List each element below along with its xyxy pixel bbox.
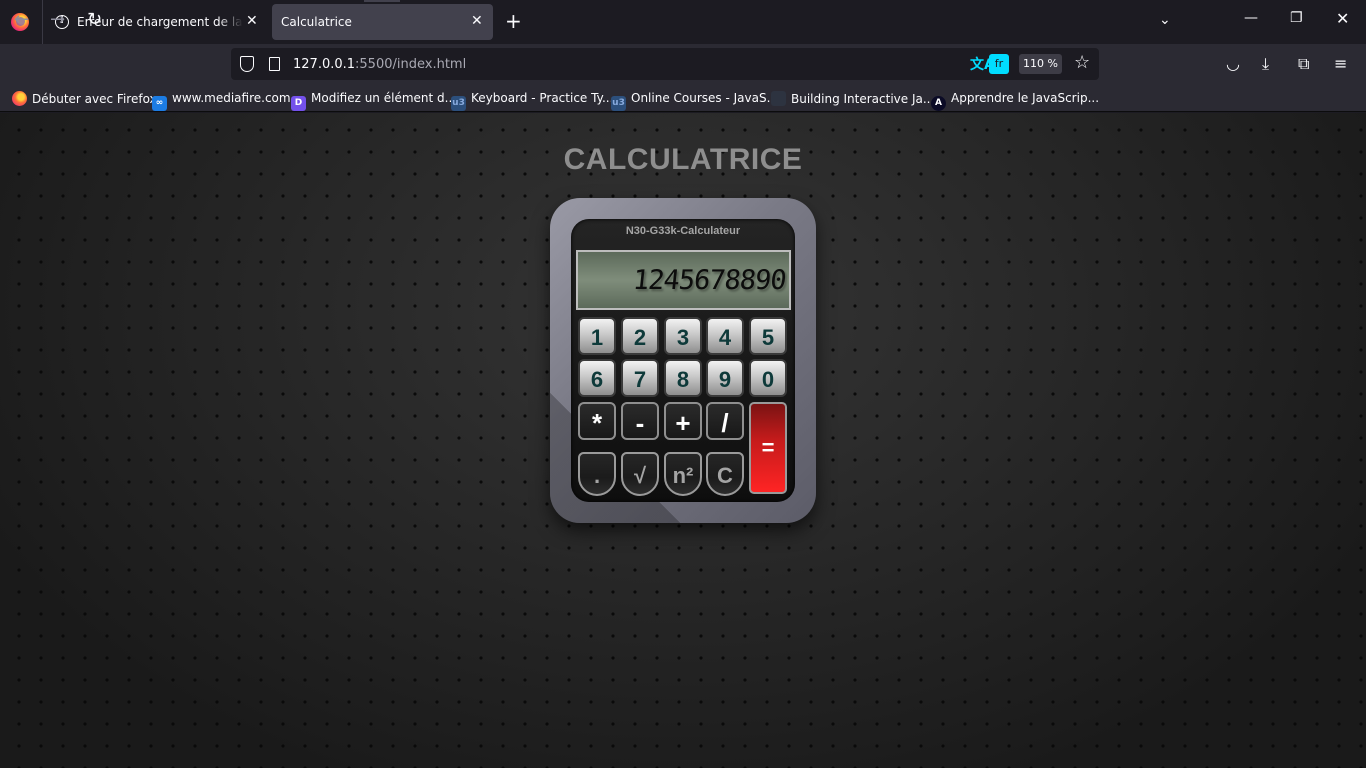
document-icon xyxy=(771,91,786,106)
tab-separator xyxy=(42,0,43,44)
minimize-button[interactable]: — xyxy=(1244,10,1258,26)
calculator-body: N30-G33k-Calculateur 1245678890 1 2 3 4 … xyxy=(571,219,795,502)
key-divide[interactable]: / xyxy=(706,402,744,440)
key-subtract[interactable]: - xyxy=(621,402,659,440)
mediafire-icon: ∞ xyxy=(152,96,167,111)
key-add[interactable]: + xyxy=(664,402,702,440)
shield-icon[interactable] xyxy=(240,56,254,72)
bookmark-label: Building Interactive Ja... xyxy=(791,92,935,106)
key-multiply[interactable]: * xyxy=(578,402,616,440)
bookmark-item[interactable]: Débuter avec Firefox xyxy=(12,91,157,106)
page-icon[interactable] xyxy=(269,57,280,71)
tab-error-page[interactable]: i Erreur de chargement de la page ✕ xyxy=(46,4,266,40)
new-tab-button[interactable]: + xyxy=(505,9,522,33)
calculator-display: 1245678890 xyxy=(576,250,791,310)
key-9[interactable]: 9 xyxy=(706,359,744,397)
key-clear[interactable]: C xyxy=(706,452,744,496)
bookmark-item[interactable]: D Modifiez un élément d... xyxy=(291,91,456,111)
key-1[interactable]: 1 xyxy=(578,317,616,355)
tab-calculatrice[interactable]: Calculatrice ✕ xyxy=(272,0,493,40)
key-decimal[interactable]: . xyxy=(578,452,616,496)
calculator: N30-G33k-Calculateur 1245678890 1 2 3 4 … xyxy=(550,198,816,523)
zoom-level-button[interactable]: 110 % xyxy=(1019,54,1062,74)
key-sqrt[interactable]: √ xyxy=(621,452,659,496)
bookmark-item[interactable]: ∞ www.mediafire.com xyxy=(152,91,291,111)
forward-button[interactable]: → xyxy=(50,10,65,30)
tab-close-icon[interactable]: ✕ xyxy=(471,13,483,29)
site-icon: u3 xyxy=(451,96,466,111)
bookmark-item[interactable]: u3 Keyboard - Practice Ty... xyxy=(451,91,613,111)
tab-title: Calculatrice xyxy=(281,15,352,29)
download-icon[interactable]: ⤓ xyxy=(1262,54,1269,74)
display-value: 1245678890 xyxy=(631,265,788,296)
url-path: :5500/index.html xyxy=(355,57,467,72)
calculator-brand: N30-G33k-Calculateur xyxy=(625,225,741,237)
pocket-icon[interactable]: ◡ xyxy=(1226,54,1240,74)
bookmark-label: Keyboard - Practice Ty... xyxy=(471,91,614,105)
tab-close-icon[interactable]: ✕ xyxy=(246,13,258,29)
back-button[interactable]: ← xyxy=(14,10,29,30)
key-equals[interactable]: = xyxy=(749,402,787,494)
bookmark-label: www.mediafire.com xyxy=(172,91,291,105)
tab-strip: i Erreur de chargement de la page ✕ Calc… xyxy=(0,0,1366,44)
key-7[interactable]: 7 xyxy=(621,359,659,397)
bookmark-star-icon[interactable]: ☆ xyxy=(1074,53,1090,73)
key-3[interactable]: 3 xyxy=(664,317,702,355)
translate-language-badge[interactable]: fr xyxy=(989,54,1009,74)
bookmark-label: Online Courses - JavaS... xyxy=(631,91,779,105)
url-host: 127.0.0.1 xyxy=(293,57,356,72)
bookmark-item[interactable]: Building Interactive Ja... xyxy=(771,91,934,106)
bookmark-label: Débuter avec Firefox xyxy=(32,92,157,106)
reload-button[interactable]: ↻ xyxy=(87,10,102,30)
bookmark-item[interactable]: u3 Online Courses - JavaS... xyxy=(611,91,778,111)
bookmark-label: Apprendre le JavaScrip... xyxy=(951,91,1100,105)
page-title: CALCULATRICE xyxy=(563,143,803,176)
bookmark-label: Modifiez un élément d... xyxy=(311,91,457,105)
restore-button[interactable]: ❐ xyxy=(1290,10,1303,26)
key-6[interactable]: 6 xyxy=(578,359,616,397)
key-4[interactable]: 4 xyxy=(706,317,744,355)
key-8[interactable]: 8 xyxy=(664,359,702,397)
key-square[interactable]: n² xyxy=(664,452,702,496)
key-0[interactable]: 0 xyxy=(749,359,787,397)
list-all-tabs-icon[interactable]: ⌄ xyxy=(1159,12,1171,28)
firefox-icon xyxy=(12,91,27,106)
site-icon: A xyxy=(931,96,946,111)
menu-icon[interactable]: ≡ xyxy=(1334,54,1347,74)
site-icon: u3 xyxy=(611,96,626,111)
page-content: CALCULATRICE N30-G33k-Calculateur 124567… xyxy=(0,113,1366,768)
url-text[interactable]: 127.0.0.1:5500/index.html xyxy=(293,57,466,72)
site-icon: D xyxy=(291,96,306,111)
bookmark-item[interactable]: A Apprendre le JavaScrip... xyxy=(931,91,1099,111)
bookmarks-toolbar: Débuter avec Firefox ∞ www.mediafire.com … xyxy=(0,84,1366,112)
extensions-icon[interactable]: ⧉ xyxy=(1298,54,1309,74)
key-2[interactable]: 2 xyxy=(621,317,659,355)
key-5[interactable]: 5 xyxy=(749,317,787,355)
close-window-button[interactable]: ✕ xyxy=(1336,9,1349,28)
